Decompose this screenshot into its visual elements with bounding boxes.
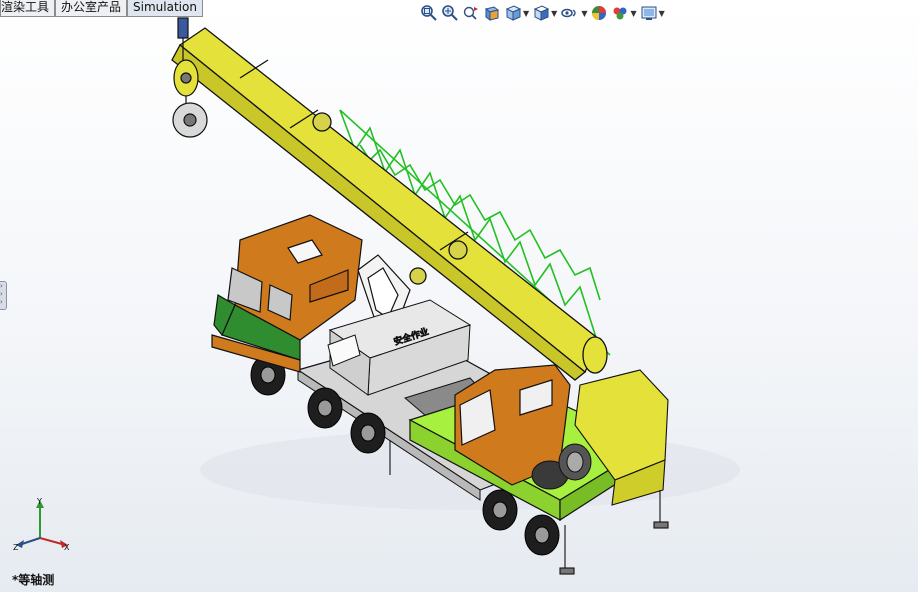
reference-triad: Y X Z	[13, 497, 70, 552]
apply-scene-icon	[613, 7, 627, 20]
triad-x-label: X	[64, 543, 70, 552]
chevron-down-icon: ▼	[581, 8, 588, 18]
edit-appearance-button[interactable]	[590, 3, 608, 23]
section-view-icon	[484, 6, 500, 21]
view-orientation-icon	[505, 5, 522, 21]
chevron-down-icon: ▼	[658, 8, 665, 18]
command-manager-tabs: 渲染工具 办公室产品 Simulation	[0, 0, 203, 17]
zoom-to-fit-icon	[421, 5, 437, 21]
previous-view-icon	[463, 6, 478, 20]
heads-up-view-toolbar: ▼ ▼ ▼ ▼ ▼	[420, 2, 665, 24]
zoom-to-area-button[interactable]	[441, 3, 459, 23]
edit-appearance-icon	[592, 6, 607, 20]
tab-render-tools[interactable]: 渲染工具	[0, 0, 56, 17]
zoom-to-fit-button[interactable]	[420, 3, 438, 23]
view-settings-button[interactable]: ▼	[640, 3, 665, 23]
view-orientation-label: *等轴测	[12, 573, 55, 587]
section-view-button[interactable]	[483, 3, 501, 23]
display-style-button[interactable]: ▼	[532, 3, 557, 23]
chevron-right-icon: ›	[0, 298, 3, 306]
chevron-down-icon: ▼	[523, 8, 530, 18]
chevron-right-icon: ›	[0, 282, 3, 290]
graphics-area[interactable]: 安全作业	[0, 0, 918, 592]
hide-show-items-icon	[561, 8, 577, 18]
display-style-icon	[533, 5, 550, 21]
previous-view-button[interactable]	[462, 3, 480, 23]
tab-office-products[interactable]: 办公室产品	[55, 0, 128, 17]
chevron-down-icon: ▼	[551, 8, 558, 18]
view-settings-icon	[641, 6, 657, 20]
view-orientation-button[interactable]: ▼	[504, 3, 529, 23]
chevron-down-icon: ▼	[630, 8, 637, 18]
triad-z-label: Z	[13, 543, 19, 552]
chevron-right-icon: ›	[0, 290, 3, 298]
apply-scene-button[interactable]: ▼	[611, 3, 637, 23]
zoom-to-area-icon	[442, 5, 458, 21]
triad-y-label: Y	[36, 497, 42, 506]
tab-simulation[interactable]: Simulation	[127, 0, 203, 17]
hide-show-items-button[interactable]: ▼	[560, 3, 587, 23]
feature-tree-expand-handle[interactable]: › › ›	[0, 281, 7, 310]
